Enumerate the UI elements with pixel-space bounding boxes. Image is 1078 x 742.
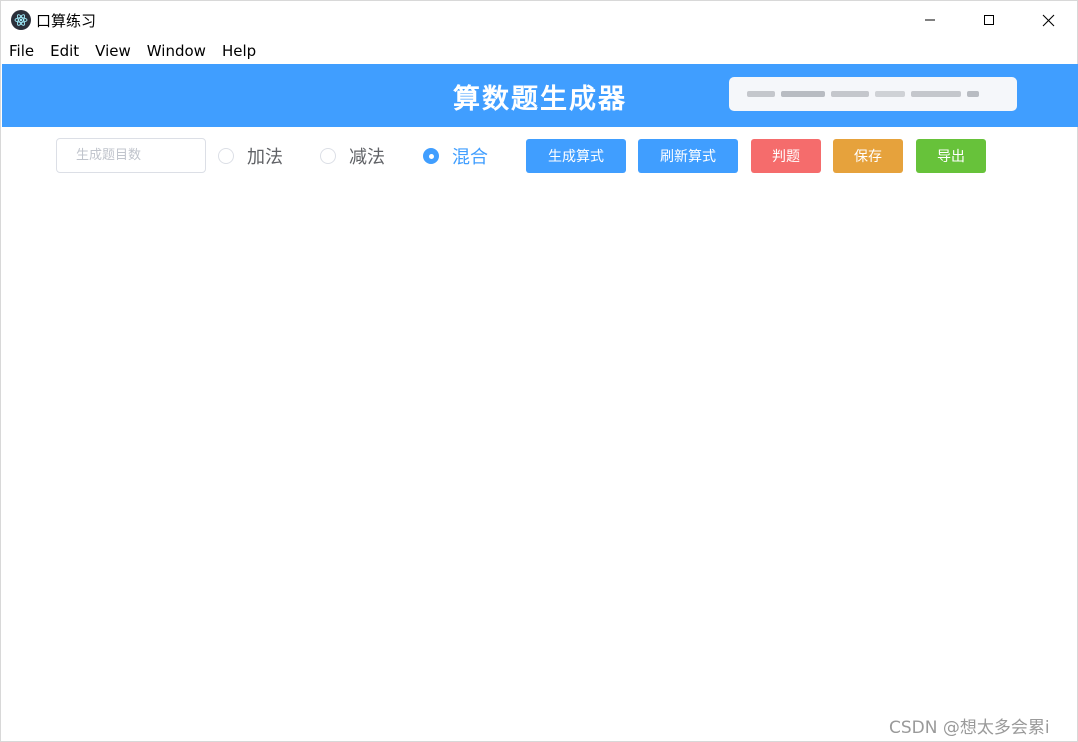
radio-circle <box>320 148 336 164</box>
radio-mixed[interactable]: 混合 <box>423 145 488 168</box>
minimize-icon <box>925 19 935 21</box>
radio-circle <box>218 148 234 164</box>
save-button[interactable]: 保存 <box>833 139 903 173</box>
watermark: CSDN @想太多会累i <box>889 718 1050 738</box>
radio-label: 加法 <box>247 147 283 168</box>
menu-edit[interactable]: Edit <box>42 39 87 63</box>
title-bar: 口算练习 <box>1 1 1077 39</box>
maximize-icon <box>984 15 994 25</box>
generate-button[interactable]: 生成算式 <box>526 139 626 173</box>
content-area <box>2 181 1078 721</box>
radio-addition[interactable]: 加法 <box>218 145 283 168</box>
window-title: 口算练习 <box>36 12 97 30</box>
menu-bar: File Edit View Window Help <box>1 39 1077 63</box>
export-button[interactable]: 导出 <box>916 139 986 173</box>
app-window: 口算练习 File Edit View Window Help 算数题生成器 生… <box>0 0 1078 742</box>
radio-label: 混合 <box>452 147 488 168</box>
page-title: 算数题生成器 <box>453 84 627 115</box>
check-button[interactable]: 判题 <box>751 139 821 173</box>
question-count-input[interactable] <box>56 138 206 173</box>
menu-file[interactable]: File <box>1 39 42 63</box>
refresh-button[interactable]: 刷新算式 <box>638 139 738 173</box>
radio-subtraction[interactable]: 减法 <box>320 145 385 168</box>
header-banner: 算数题生成器 <box>2 64 1078 127</box>
electron-icon <box>11 10 31 30</box>
close-button[interactable] <box>1019 1 1077 39</box>
maximize-button[interactable] <box>960 1 1018 39</box>
toolbar: 加法 减法 混合 生成算式 刷新算式 判题 保存 导出 <box>1 138 1077 174</box>
menu-window[interactable]: Window <box>139 39 214 63</box>
radio-circle <box>423 148 439 164</box>
close-icon <box>1042 14 1054 26</box>
blurred-info-box <box>729 77 1017 111</box>
minimize-button[interactable] <box>901 1 959 39</box>
radio-dot <box>428 153 434 159</box>
menu-help[interactable]: Help <box>214 39 264 63</box>
menu-view[interactable]: View <box>87 39 139 63</box>
radio-label: 减法 <box>349 147 385 168</box>
